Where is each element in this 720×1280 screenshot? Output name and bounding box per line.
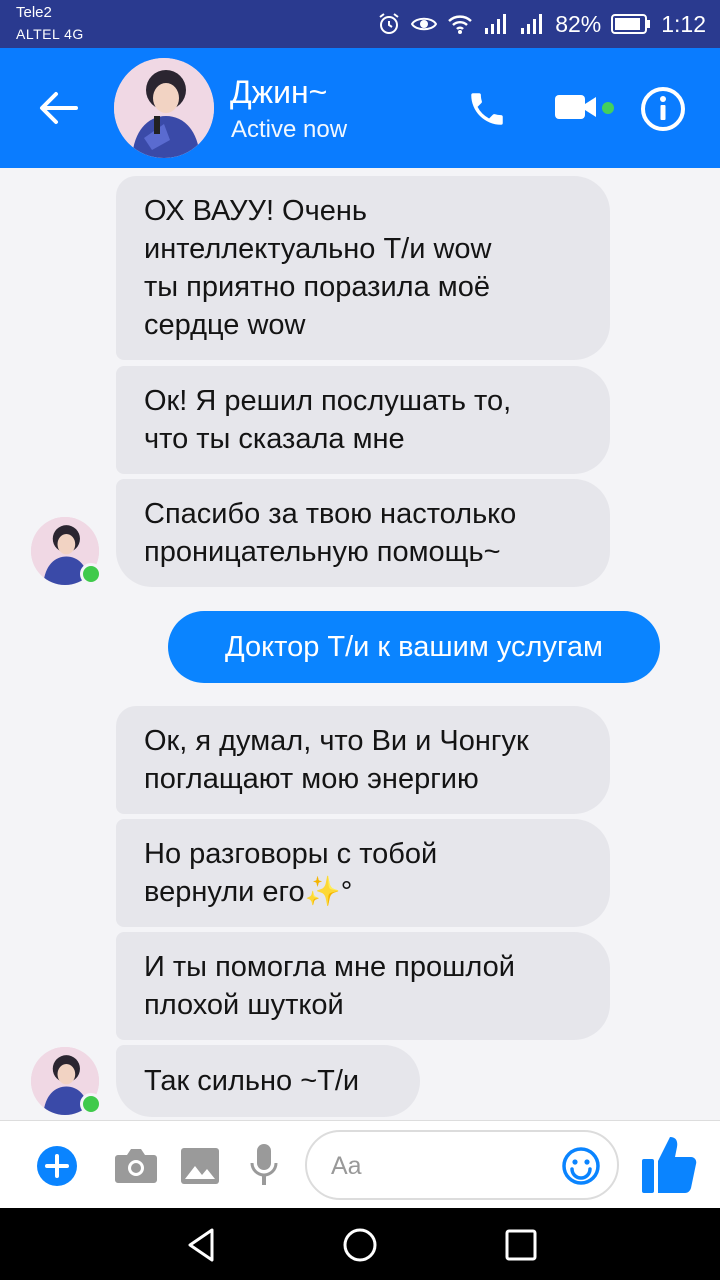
battery-icon: [611, 13, 651, 35]
battery-percent: 82%: [555, 10, 602, 37]
wifi-icon: [447, 13, 473, 35]
alarm-icon: [377, 12, 401, 36]
message-bubble[interactable]: Ок, я думал, что Ви и Чонгук поглащают м…: [116, 706, 610, 814]
contact-avatar[interactable]: [114, 58, 214, 158]
message-list[interactable]: ОХ ВАУУ! Очень интеллектуально Т/и wow т…: [0, 168, 720, 1120]
phone-call-icon[interactable]: [466, 88, 508, 130]
camera-icon[interactable]: [114, 1147, 158, 1185]
clock: 1:12: [661, 10, 706, 37]
add-icon[interactable]: [36, 1145, 78, 1187]
signal-icon: [483, 13, 509, 35]
nav-recents-icon[interactable]: [502, 1226, 540, 1264]
message-input[interactable]: Aa: [305, 1130, 619, 1200]
message-bubble[interactable]: Спасибо за твою настолько проницательную…: [116, 479, 610, 587]
message-bubble[interactable]: И ты помогла мне прошлой плохой шуткой: [116, 932, 610, 1040]
video-active-dot: [602, 102, 614, 114]
nav-home-icon[interactable]: [341, 1226, 379, 1264]
back-arrow-icon[interactable]: [36, 86, 80, 130]
like-thumb-icon[interactable]: [640, 1133, 698, 1197]
online-indicator: [80, 563, 102, 585]
network-name: ALTEL 4G: [16, 26, 84, 42]
message-input-placeholder: Aa: [331, 1152, 362, 1180]
sent-message-bubble[interactable]: Доктор Т/и к вашим услугам: [168, 611, 660, 683]
system-nav-bar: [0, 1208, 720, 1280]
contact-name: Джин~: [230, 74, 328, 110]
message-bubble[interactable]: Но разговоры с тобой вернули его✨°: [116, 819, 610, 927]
conversation-header: Джин~ Active now: [0, 48, 720, 168]
nav-back-icon[interactable]: [182, 1226, 220, 1264]
emoji-icon[interactable]: [561, 1146, 601, 1186]
carrier-name: Tele2: [16, 4, 52, 21]
composer-bar: Aa: [0, 1120, 720, 1208]
signal-icon-2: [519, 13, 545, 35]
online-indicator: [80, 1093, 102, 1115]
eye-icon: [411, 13, 438, 35]
message-bubble[interactable]: Ок! Я решил послушать то, что ты сказала…: [116, 366, 610, 474]
gallery-icon[interactable]: [180, 1147, 220, 1185]
message-bubble[interactable]: ОХ ВАУУ! Очень интеллектуально Т/и wow т…: [116, 176, 610, 360]
video-call-icon[interactable]: [554, 92, 598, 122]
contact-status: Active now: [231, 116, 348, 143]
status-bar: Tele2 ALTEL 4G 82% 1:12: [0, 0, 720, 48]
info-icon[interactable]: [640, 86, 686, 132]
message-bubble[interactable]: Так сильно ~Т/и: [116, 1045, 420, 1117]
microphone-icon[interactable]: [250, 1143, 278, 1187]
